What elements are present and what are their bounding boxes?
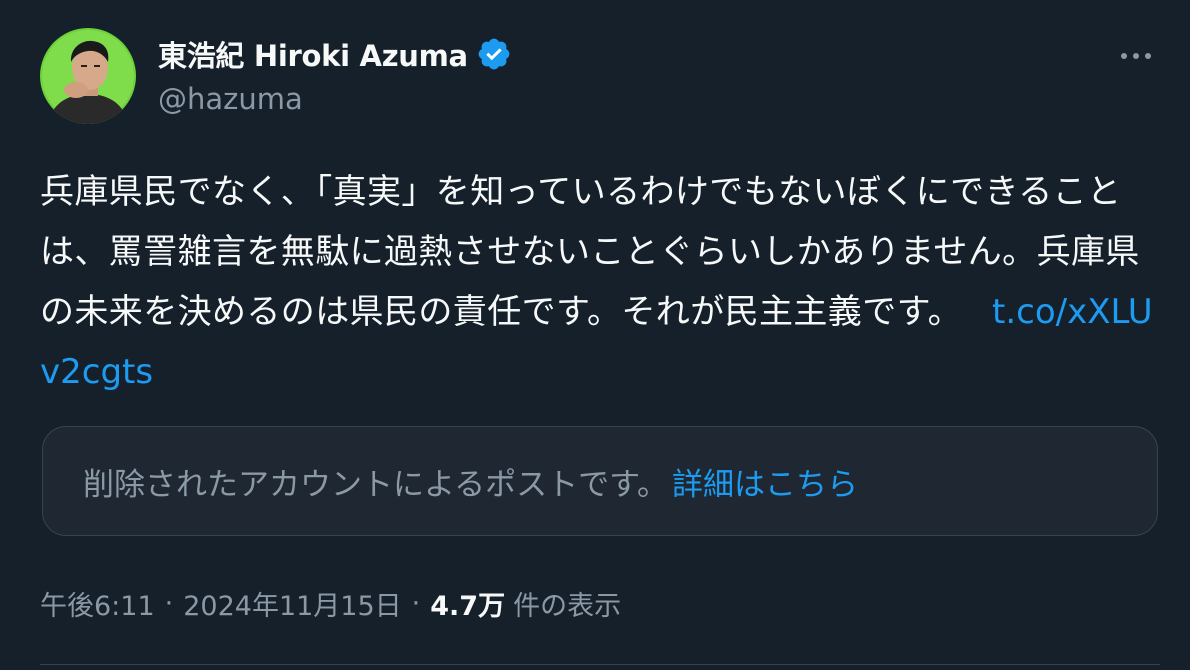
more-options-button[interactable] [1116,36,1156,76]
avatar-image [40,28,136,124]
display-name-row: 東浩紀 Hiroki Azuma [158,32,512,76]
meta-separator: · [164,588,174,619]
tweet-date[interactable]: 2024年11月15日 [183,584,401,623]
tweet-text: 兵庫県民でなく、「真実」を知っているわけでもないぼくにできることは、罵詈雑言を無… [40,162,1160,402]
display-name[interactable]: 東浩紀 Hiroki Azuma [158,33,468,75]
verified-badge-icon[interactable] [476,36,512,72]
avatar[interactable] [40,28,136,124]
tweet-card: 東浩紀 Hiroki Azuma @hazuma 兵庫県民でなく、「真実」を知っ… [0,0,1190,670]
author-names: 東浩紀 Hiroki Azuma @hazuma [158,32,512,116]
tweet-time[interactable]: 午後6:11 [40,584,155,623]
deleted-account-notice: 削除されたアカウントによるポストです。 詳細はこちら [42,426,1158,536]
views-label: 件の表示 [513,591,622,622]
tweet-meta: 午後6:11 · 2024年11月15日 · 4.7万 件の表示 [40,584,621,623]
author-handle[interactable]: @hazuma [158,82,512,116]
divider [40,664,1160,665]
notice-details-link[interactable]: 詳細はこちら [672,459,858,504]
more-horizontal-icon [1121,53,1151,59]
notice-message: 削除されたアカウントによるポストです。 [83,466,668,503]
tweet-body: 兵庫県民でなく、「真実」を知っているわけでもないぼくにできることは、罵詈雑言を無… [40,172,1140,332]
views-count: 4.7万 [430,591,506,622]
meta-separator: · [411,588,421,619]
tweet-header: 東浩紀 Hiroki Azuma @hazuma [40,28,1160,124]
